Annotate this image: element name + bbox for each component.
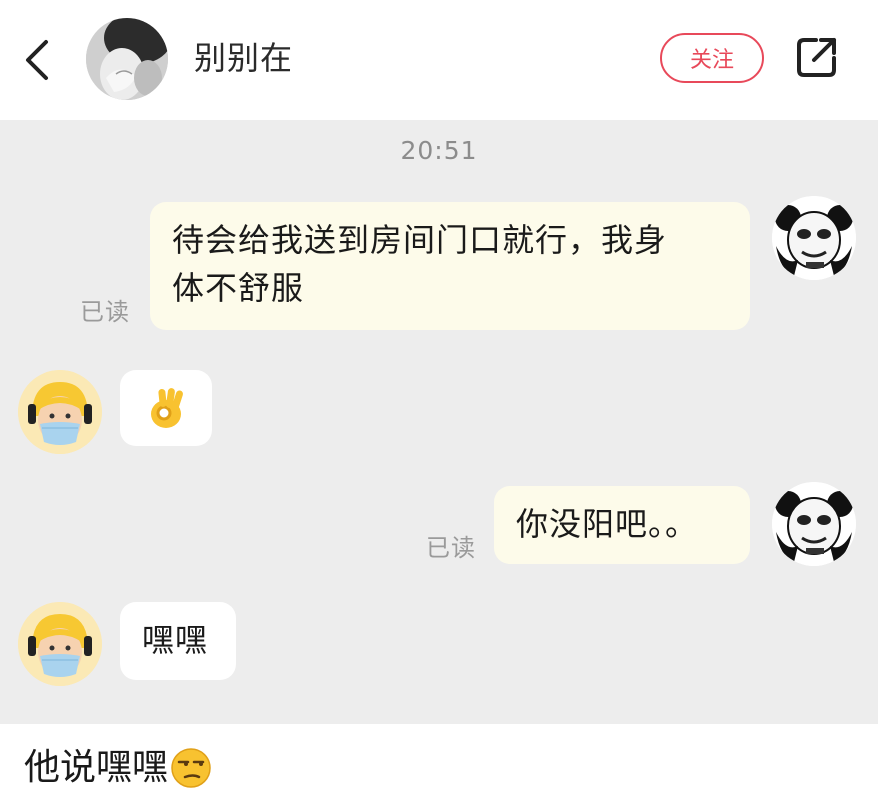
ok-hand-emoji bbox=[151, 388, 183, 428]
unamused-face-emoji bbox=[171, 748, 211, 788]
back-button[interactable] bbox=[18, 36, 56, 84]
message-bubble-incoming[interactable] bbox=[120, 370, 212, 446]
message-bubble-incoming[interactable]: 嘿嘿 bbox=[120, 602, 236, 680]
caption-text: 他说嘿嘿 bbox=[24, 747, 169, 788]
share-button[interactable] bbox=[794, 34, 840, 80]
my-avatar[interactable] bbox=[772, 196, 856, 280]
sender-avatar[interactable] bbox=[18, 602, 102, 686]
panda-meme-avatar bbox=[772, 482, 856, 566]
courier-avatar bbox=[18, 602, 102, 686]
message-bubble-outgoing[interactable]: 待会给我送到房间门口就行，我身 体不舒服 bbox=[150, 202, 750, 330]
contact-avatar-image bbox=[86, 18, 168, 100]
contact-name: 别别在 bbox=[194, 39, 294, 77]
sender-avatar[interactable] bbox=[18, 370, 102, 454]
courier-avatar bbox=[18, 370, 102, 454]
contact-avatar[interactable] bbox=[86, 18, 168, 100]
message-text-line: 待会给我送到房间门口就行，我身 bbox=[172, 221, 668, 259]
panda-meme-avatar bbox=[772, 196, 856, 280]
chevron-left-icon bbox=[26, 40, 48, 80]
post-caption: 他说嘿嘿 bbox=[24, 744, 212, 792]
share-icon bbox=[797, 38, 836, 77]
message-timestamp: 20:51 bbox=[400, 136, 478, 165]
follow-button[interactable]: 关注 bbox=[660, 33, 764, 83]
chat-header: 别别在 关注 bbox=[0, 0, 878, 120]
read-status: 已读 bbox=[80, 298, 130, 326]
message-text-line: 体不舒服 bbox=[172, 269, 305, 307]
message-bubble-outgoing[interactable]: 你没阳吧。。 bbox=[494, 486, 750, 564]
read-status: 已读 bbox=[426, 534, 476, 562]
my-avatar[interactable] bbox=[772, 482, 856, 566]
